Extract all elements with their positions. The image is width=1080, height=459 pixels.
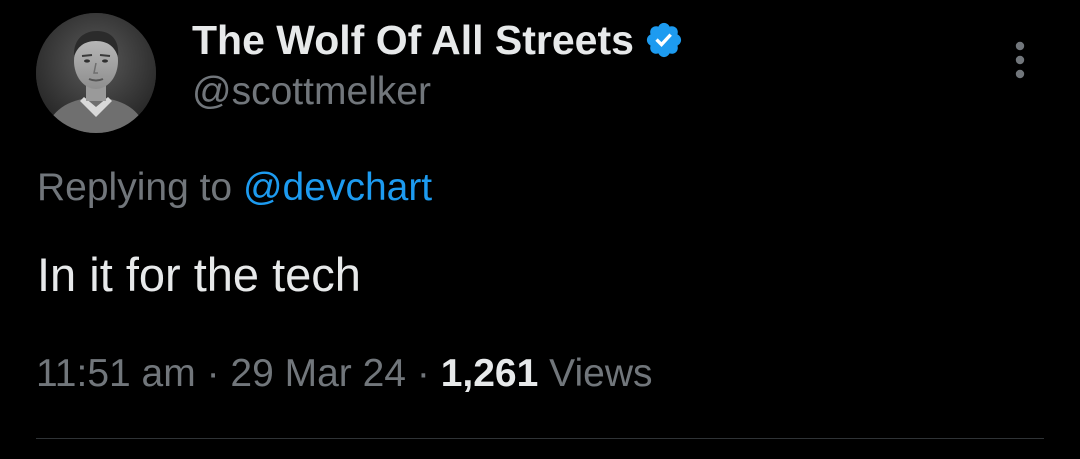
tweet-meta: 11:51 am · 29 Mar 24 · 1,261 Views xyxy=(36,352,652,396)
reply-mention-link[interactable]: @devchart xyxy=(243,166,432,209)
tweet-time[interactable]: 11:51 am xyxy=(36,352,196,395)
views-count[interactable]: 1,261 xyxy=(441,352,539,395)
author-handle[interactable]: @scottmelker xyxy=(192,70,431,114)
author-display-name[interactable]: The Wolf Of All Streets xyxy=(192,17,634,64)
tweet-card: The Wolf Of All Streets @scottmelker Rep… xyxy=(0,0,1080,459)
more-options-icon[interactable] xyxy=(1004,38,1036,82)
avatar-photo-icon xyxy=(36,13,156,133)
author-avatar[interactable] xyxy=(36,13,156,133)
divider xyxy=(36,438,1044,439)
verified-badge-icon[interactable] xyxy=(644,20,684,60)
replying-to-label: Replying to xyxy=(37,166,233,209)
replying-to-line: Replying to @devchart xyxy=(37,166,432,210)
tweet-date[interactable]: 29 Mar 24 xyxy=(230,352,406,395)
meta-separator: · xyxy=(206,352,220,395)
author-name-row: The Wolf Of All Streets xyxy=(192,14,684,66)
meta-separator: · xyxy=(416,352,430,395)
tweet-text: In it for the tech xyxy=(37,248,361,301)
views-label: Views xyxy=(549,352,653,395)
